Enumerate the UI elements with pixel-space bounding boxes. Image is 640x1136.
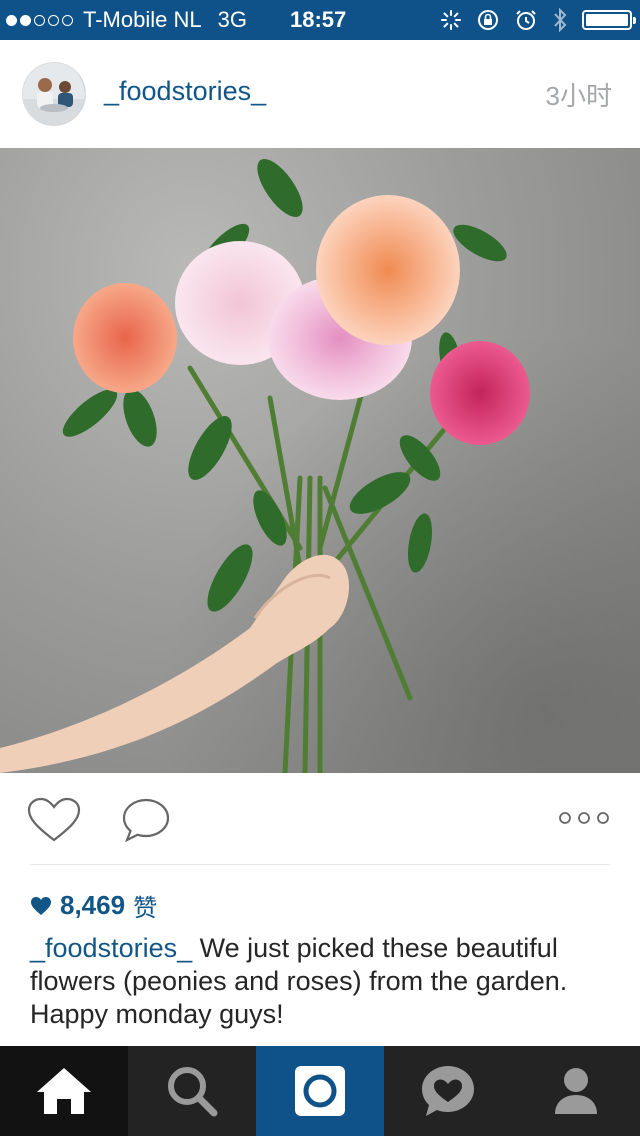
post-actions — [0, 773, 640, 865]
heart-outline-icon[interactable] — [27, 797, 81, 843]
status-bar: T-Mobile NL 3G 18:57 — [0, 0, 640, 40]
carrier-name: T-Mobile NL — [83, 7, 202, 32]
likes-count: 8,469 — [60, 890, 126, 920]
heart-filled-icon — [31, 896, 51, 915]
camera-icon — [295, 1066, 345, 1116]
post-username[interactable]: _foodstories_ — [104, 76, 266, 107]
avatar[interactable] — [22, 62, 86, 126]
network-type: 3G — [217, 7, 247, 32]
tab-activity[interactable] — [384, 1046, 512, 1136]
divider — [30, 864, 610, 865]
tab-profile[interactable] — [512, 1046, 640, 1136]
rotation-lock-icon — [478, 10, 498, 30]
comment-bubble-icon[interactable] — [121, 797, 171, 843]
activity-heart-icon — [422, 1066, 474, 1116]
post-caption: _foodstories_ We just picked these beaut… — [30, 932, 620, 1031]
more-dots-icon[interactable] — [558, 811, 610, 825]
bluetooth-icon — [554, 7, 567, 33]
alarm-icon — [516, 10, 536, 30]
post-timestamp: 3小时 — [545, 81, 612, 111]
caption-author[interactable]: _foodstories_ — [30, 933, 192, 963]
battery-icon — [582, 10, 636, 30]
likes-suffix: 赞 — [133, 895, 158, 922]
activity-icon — [441, 10, 461, 30]
tab-bar — [0, 1046, 640, 1136]
post-header: _foodstories_ 3小时 — [0, 40, 640, 148]
profile-icon — [555, 1068, 597, 1114]
signal-strength-icon — [6, 14, 73, 26]
likes-row[interactable]: 8,469 赞 — [30, 888, 157, 923]
tab-home[interactable] — [0, 1046, 128, 1136]
tab-search[interactable] — [128, 1046, 256, 1136]
post-photo[interactable] — [0, 148, 640, 773]
search-icon — [168, 1067, 218, 1117]
status-time: 18:57 — [290, 7, 347, 32]
home-icon — [37, 1068, 91, 1114]
tab-camera[interactable] — [256, 1046, 384, 1136]
